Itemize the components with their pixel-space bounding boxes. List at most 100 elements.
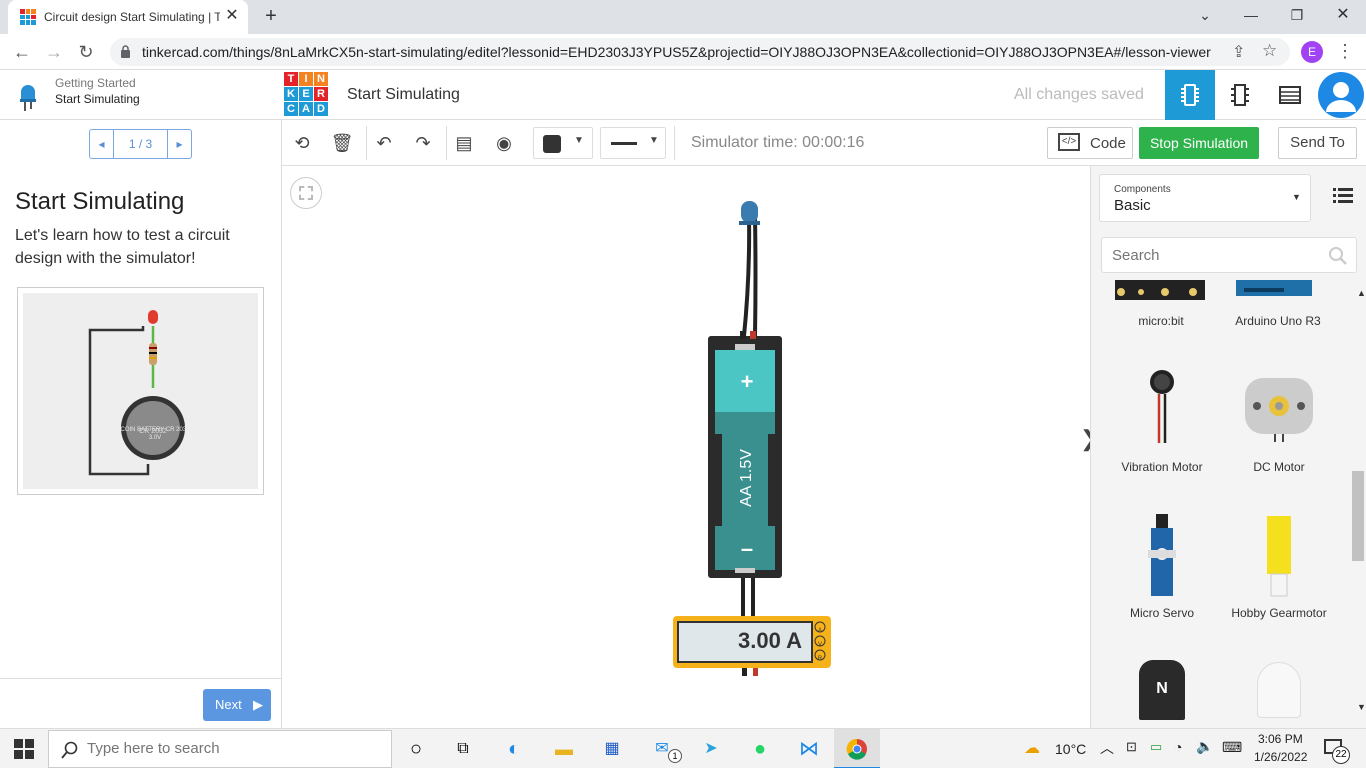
wire-color-dropdown[interactable]: ▼ xyxy=(533,127,593,159)
logo-letter: A xyxy=(299,102,313,116)
close-tab-icon[interactable]: ✕ xyxy=(222,6,242,26)
color-swatch xyxy=(543,135,561,153)
chevron-up-icon[interactable]: ︿ xyxy=(1100,738,1114,758)
rotate-icon[interactable]: ⟲ xyxy=(288,129,316,157)
meter-mode-a[interactable]: A xyxy=(816,624,824,638)
design-title[interactable]: Start Simulating xyxy=(347,86,460,104)
component-label: DC Motor xyxy=(1253,460,1305,474)
prev-step-button[interactable]: ◂ xyxy=(90,130,114,158)
transistor-letter: N xyxy=(1156,680,1168,697)
close-window-icon[interactable]: ✕ xyxy=(1320,0,1366,30)
whatsapp-icon[interactable]: ● xyxy=(746,735,774,763)
meet-now-icon[interactable]: ⊡ xyxy=(1126,739,1137,755)
components-dropdown-value: Basic xyxy=(1114,197,1151,214)
microbit-icon xyxy=(1115,280,1211,300)
weather-icon[interactable]: ☁ xyxy=(1024,738,1040,758)
vscode-icon[interactable]: ⋈ xyxy=(795,735,823,763)
share-icon[interactable]: ⇪ xyxy=(1232,42,1245,62)
tab-search-icon[interactable]: ⌄ xyxy=(1182,0,1228,30)
component-label: Hobby Gearmotor xyxy=(1231,606,1327,620)
component-item[interactable]: Arduino Uno R3 xyxy=(1222,280,1322,328)
components-scrollbar[interactable] xyxy=(1352,471,1364,561)
light-bulb-component[interactable] xyxy=(1257,662,1301,718)
tab-title: Circuit design Start Simulating | T xyxy=(44,10,220,24)
battery-icon[interactable]: ▭ xyxy=(1150,739,1162,755)
search-icon[interactable] xyxy=(1328,246,1348,266)
logo-letter: R xyxy=(314,87,328,101)
transistor-component[interactable]: N xyxy=(1139,660,1185,720)
redo-icon[interactable]: ↷ xyxy=(409,129,437,157)
new-tab-icon[interactable]: + xyxy=(260,4,282,28)
delete-icon[interactable]: 🗑 xyxy=(328,129,356,157)
browser-tab[interactable]: Circuit design Start Simulating | T ✕ xyxy=(8,0,248,34)
list-view-icon[interactable] xyxy=(1333,186,1353,204)
cortana-icon[interactable]: ○ xyxy=(402,735,430,763)
back-icon[interactable]: ← xyxy=(10,40,34,64)
code-button[interactable]: </> Code xyxy=(1047,127,1133,159)
chrome-taskbar-button[interactable] xyxy=(834,729,880,768)
meter-mode-r[interactable]: R xyxy=(816,652,824,666)
keyboard-icon[interactable]: ⌨ xyxy=(1222,739,1242,756)
circuit-view-button[interactable] xyxy=(1165,70,1215,120)
next-step-button[interactable]: ▸ xyxy=(167,130,191,158)
multimeter-reading: 3.00 A xyxy=(737,628,802,653)
lesson-text: Let's learn how to test a circuit design… xyxy=(15,227,230,267)
step-selector[interactable]: 1 / 3 xyxy=(114,130,167,158)
breadcrumb-parent[interactable]: Getting Started xyxy=(55,76,136,90)
component-search-input[interactable] xyxy=(1102,238,1302,272)
battery-minus-sign: – xyxy=(740,536,754,561)
user-avatar[interactable] xyxy=(1318,72,1364,118)
components-dropdown[interactable]: Components Basic ▼ xyxy=(1099,174,1311,222)
clock-time[interactable]: 3:06 PM xyxy=(1258,732,1303,746)
send-to-button[interactable]: Send To xyxy=(1278,127,1357,159)
clock-date[interactable]: 1/26/2022 xyxy=(1254,750,1307,764)
edge-icon[interactable]: ◐ xyxy=(500,735,528,763)
microsoft-store-icon[interactable]: ▦ xyxy=(598,735,626,763)
visibility-eye-icon[interactable]: ◉ xyxy=(490,129,518,157)
component-item[interactable]: DC Motor xyxy=(1219,368,1339,478)
mail-badge: 1 xyxy=(668,749,682,763)
schematic-icon xyxy=(1231,84,1249,106)
fit-view-button[interactable] xyxy=(290,177,322,209)
stop-simulation-button[interactable]: Stop Simulation xyxy=(1139,127,1259,159)
browser-menu-icon[interactable]: ⋮ xyxy=(1336,41,1354,62)
logo-letter: E xyxy=(299,87,313,101)
forward-icon[interactable]: → xyxy=(42,40,66,64)
next-button[interactable]: Next ▶ xyxy=(203,689,271,721)
notification-center-icon[interactable]: 22 xyxy=(1322,737,1350,764)
circuit-canvas[interactable]: + AA 1.5V – 3.00 A A V R ❯ xyxy=(282,166,1098,728)
wifi-icon[interactable]: ◔ xyxy=(1174,739,1182,755)
task-view-icon[interactable]: ⧉ xyxy=(449,735,477,763)
reload-icon[interactable]: ↻ xyxy=(74,40,98,64)
wire-style-dropdown[interactable]: ▼ xyxy=(600,127,666,159)
component-item[interactable]: micro:bit xyxy=(1105,280,1211,328)
component-list-view-button[interactable] xyxy=(1265,70,1315,120)
tinkercad-logo[interactable]: TIN KER CAD xyxy=(284,72,328,116)
scroll-up-icon[interactable]: ▲ xyxy=(1357,288,1366,298)
toolbar-divider xyxy=(446,126,447,160)
bookmark-star-icon[interactable]: ☆ xyxy=(1262,41,1277,61)
undo-icon[interactable]: ↶ xyxy=(370,129,398,157)
schematic-view-button[interactable] xyxy=(1215,70,1265,120)
component-item[interactable]: Micro Servo xyxy=(1102,514,1222,624)
scroll-down-icon[interactable]: ▼ xyxy=(1357,702,1366,712)
meter-mode-v[interactable]: V xyxy=(816,638,824,652)
windows-start-icon[interactable] xyxy=(14,739,34,759)
minimize-icon[interactable]: — xyxy=(1228,0,1274,30)
vibration-motor-icon xyxy=(1150,370,1174,443)
taskbar-search-input[interactable] xyxy=(87,740,367,757)
telegram-icon[interactable]: ➤ xyxy=(697,735,725,763)
wire-style-icon xyxy=(611,142,637,145)
led[interactable] xyxy=(741,201,758,223)
component-label: Micro Servo xyxy=(1129,606,1194,620)
file-explorer-icon[interactable]: ▬ xyxy=(550,735,578,763)
notes-icon[interactable]: ▤ xyxy=(450,129,478,157)
weather-temp[interactable]: 10°C xyxy=(1055,741,1086,757)
url-field[interactable]: tinkercad.com/things/8nLaMrkCX5n-start-s… xyxy=(110,38,1290,66)
component-item[interactable]: Vibration Motor xyxy=(1102,368,1222,478)
volume-icon[interactable]: 🔈 xyxy=(1196,738,1213,755)
logo-letter: C xyxy=(284,102,298,116)
component-item[interactable]: Hobby Gearmotor xyxy=(1219,514,1339,624)
maximize-icon[interactable]: ❐ xyxy=(1274,0,1320,30)
profile-avatar[interactable]: E xyxy=(1301,41,1323,63)
